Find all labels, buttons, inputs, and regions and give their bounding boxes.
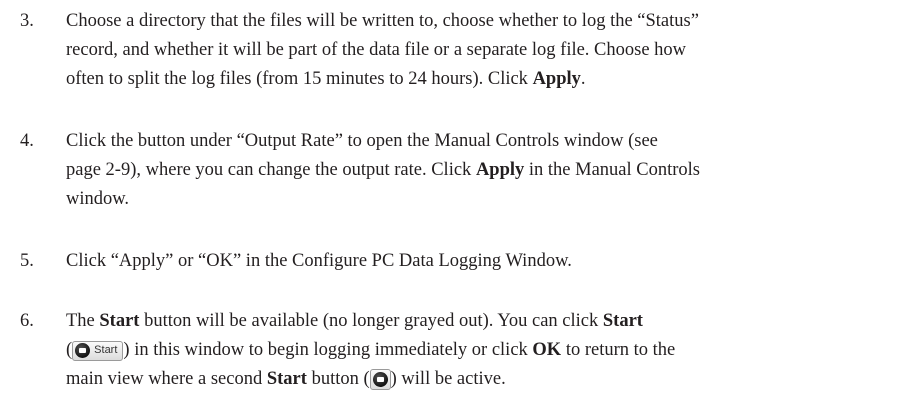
step-line: Click “Apply” or “OK” in the Configure P…: [66, 251, 572, 271]
start-emphasis: Start: [99, 311, 140, 331]
ok-emphasis: OK: [532, 340, 562, 360]
step-text: The Start button will be available (no l…: [66, 307, 916, 394]
step-line: page 2-9), where you can change the outp…: [66, 156, 916, 185]
step-number: 3.: [20, 11, 34, 31]
step-text-segment: ) in this window to begin logging immedi…: [123, 340, 533, 360]
step-text-segment: often to split the log files (from 15 mi…: [66, 69, 533, 89]
step-text-segment: button (: [306, 369, 370, 389]
step-text-segment: in the Manual Controls: [524, 160, 700, 180]
start-record-icon: [372, 372, 388, 387]
step-line: often to split the log files (from 15 mi…: [66, 65, 916, 94]
step-text: Click the button under “Output Rate” to …: [66, 127, 916, 214]
start-emphasis: Start: [602, 311, 643, 331]
document-page: 3. Choose a directory that the files wil…: [0, 0, 924, 405]
start-icon-button-image: [369, 369, 391, 390]
apply-emphasis: Apply: [532, 69, 581, 89]
step-text-segment: main view where a second: [66, 369, 267, 389]
step-text-segment: to return to the: [561, 340, 676, 360]
step-line: record, and whether it will be part of t…: [66, 40, 687, 60]
step-line: Click the button under “Output Rate” to …: [66, 131, 658, 151]
step-text-segment: .: [580, 69, 586, 89]
step-text-segment: button will be available (no longer gray…: [139, 311, 603, 331]
step-text-segment: ) will be active.: [390, 369, 506, 389]
step-number: 6.: [20, 311, 34, 331]
step-line: (Start) in this window to begin logging …: [66, 336, 916, 365]
start-record-icon: [75, 343, 91, 358]
step-text-segment: page 2-9), where you can change the outp…: [66, 160, 476, 180]
start-button-image: Start: [72, 340, 124, 361]
step-text: Choose a directory that the files will b…: [66, 7, 916, 94]
step-number: 4.: [20, 131, 34, 151]
step-number: 5.: [20, 251, 34, 271]
step-text-segment: The: [66, 311, 100, 331]
step-line: Choose a directory that the files will b…: [66, 11, 699, 31]
step-text: Click “Apply” or “OK” in the Configure P…: [66, 247, 916, 276]
step-line: The Start button will be available (no l…: [66, 307, 916, 336]
step-line: main view where a second Start button ()…: [66, 365, 916, 394]
apply-emphasis: Apply: [475, 160, 525, 180]
start-button-label: Start: [94, 344, 118, 356]
step-line: window.: [66, 189, 130, 209]
start-emphasis: Start: [266, 369, 307, 389]
